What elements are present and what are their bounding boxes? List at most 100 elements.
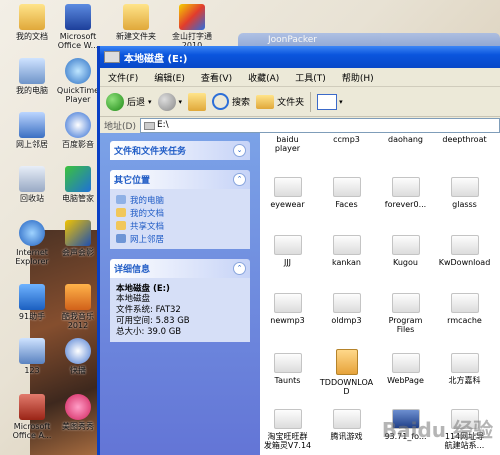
views-icon	[317, 93, 338, 110]
forward-button[interactable]: ▾	[157, 92, 183, 111]
toolbar-separator	[310, 91, 312, 112]
collapse-chevron-icon[interactable]: ⌃	[233, 173, 246, 186]
chevron-down-icon: ▾	[148, 97, 152, 106]
folder-item[interactable]: Program Files	[378, 285, 433, 343]
other-places-list: 我的电脑 我的文档 共享文档 网上邻居	[110, 189, 250, 249]
details-header[interactable]: 详细信息 ⌃	[110, 259, 250, 278]
folder-icon	[450, 177, 479, 197]
file-list: baidu player ccmp3 daohang deepthroat ey…	[260, 133, 500, 455]
quicktime-icon	[65, 58, 91, 84]
folder-icon	[256, 94, 275, 109]
menu-file[interactable]: 文件(F)	[100, 71, 146, 84]
menu-help[interactable]: 帮助(H)	[334, 71, 382, 84]
task-pane: 文件和文件夹任务 ⌄ 其它位置 ⌃ 我的电脑 我的文档 共享文档 网上邻居 详细…	[100, 133, 260, 455]
link-my-computer[interactable]: 我的电脑	[116, 193, 244, 206]
folder-item[interactable]: Faces	[319, 169, 374, 227]
desktop-icon-new-folder[interactable]: 新建文件夹	[104, 4, 168, 41]
folder-icon	[273, 235, 302, 255]
expand-chevron-icon[interactable]: ⌄	[233, 144, 246, 157]
link-shared-documents[interactable]: 共享文档	[116, 219, 244, 232]
details-free-space: 可用空间: 5.83 GB	[116, 316, 190, 326]
menu-edit[interactable]: 编辑(E)	[146, 71, 193, 84]
folder-item[interactable]: daohang	[378, 133, 433, 173]
folder-item[interactable]: Taunts	[260, 345, 315, 403]
details-filesystem: 文件系统: FAT32	[116, 305, 181, 315]
folder-item[interactable]: baidu player	[260, 133, 315, 173]
folder-item[interactable]: JJJ	[260, 227, 315, 285]
access-icon	[19, 394, 45, 420]
watermark: Baidu 经验	[381, 418, 493, 442]
folder-item[interactable]: rmcache	[437, 285, 492, 343]
folder-icon	[273, 353, 302, 373]
menu-favorites[interactable]: 收藏(A)	[240, 71, 287, 84]
folder-up-icon	[188, 92, 207, 111]
computer-icon	[116, 195, 126, 204]
special-folder-icon	[335, 349, 358, 375]
chevron-down-icon: ▾	[178, 97, 183, 106]
folder-icon	[123, 4, 149, 30]
folder-item[interactable]: TDDOWNLOAD	[319, 345, 374, 403]
back-button[interactable]: 后退 ▾	[106, 92, 152, 111]
desktop-icon-typing-tutor[interactable]: 金山打字通 2010	[160, 4, 224, 50]
toolbar: 后退 ▾ ▾ 搜索 文件夹 ▾	[100, 87, 500, 117]
folder-icon	[273, 177, 302, 197]
folder-icon	[332, 177, 361, 197]
menu-tools[interactable]: 工具(T)	[287, 71, 334, 84]
folder-item[interactable]: ccmp3	[319, 133, 374, 173]
folder-icon	[450, 353, 479, 373]
folder-item[interactable]: 北方嘉科	[437, 345, 492, 403]
views-button[interactable]: ▾	[317, 93, 343, 110]
folder-item[interactable]: eyewear	[260, 169, 315, 227]
link-network-places[interactable]: 网上邻居	[116, 232, 244, 245]
chevron-down-icon: ▾	[339, 97, 343, 106]
folder-item[interactable]: kankan	[319, 227, 374, 285]
shared-folder-icon	[116, 221, 126, 230]
search-button[interactable]: 搜索	[212, 93, 250, 110]
file-tasks-header[interactable]: 文件和文件夹任务 ⌄	[110, 141, 250, 160]
folder-item[interactable]: glasss	[437, 169, 492, 227]
folder-item[interactable]: Kugou	[378, 227, 433, 285]
folder-item[interactable]: WebPage	[378, 345, 433, 403]
assistant-icon	[19, 284, 45, 310]
file-row: JJJ kankan Kugou KwDownload	[260, 227, 500, 285]
folder-icon	[273, 409, 302, 429]
details-total-size: 总大小: 39.0 GB	[116, 327, 182, 337]
other-places-header[interactable]: 其它位置 ⌃	[110, 170, 250, 189]
link-my-documents[interactable]: 我的文档	[116, 206, 244, 219]
folder-icon	[19, 4, 45, 30]
folder-item[interactable]: oldmp3	[319, 285, 374, 343]
music-icon	[65, 284, 91, 310]
folder-item[interactable]: forever0...	[378, 169, 433, 227]
background-window-titlebar[interactable]: JoonPacker	[238, 33, 500, 47]
baidu-player-icon	[65, 112, 91, 138]
desktop-icon-office-word[interactable]: Microsoft Office W...	[46, 4, 110, 50]
collapse-chevron-icon[interactable]: ⌃	[233, 262, 246, 275]
menu-view[interactable]: 查看(V)	[193, 71, 240, 84]
file-tasks-panel: 文件和文件夹任务 ⌄	[110, 141, 250, 160]
details-body: 本地磁盘 (E:) 本地磁盘 文件系统: FAT32 可用空间: 5.83 GB…	[110, 278, 250, 342]
explorer-window: 本地磁盘 (E:) 文件(F) 编辑(E) 查看(V) 收藏(A) 工具(T) …	[97, 46, 500, 455]
folders-button[interactable]: 文件夹	[256, 94, 304, 109]
folder-item[interactable]: deepthroat	[437, 133, 492, 173]
folder-item[interactable]: KwDownload	[437, 227, 492, 285]
folder-item[interactable]: 淘宝旺旺群 发箱灵V7.14	[260, 401, 315, 455]
folder-icon	[391, 235, 420, 255]
network-icon	[19, 112, 45, 138]
typing-app-icon	[179, 4, 205, 30]
network-icon	[116, 234, 126, 243]
back-arrow-icon	[106, 92, 124, 111]
address-input[interactable]: E:\	[139, 118, 500, 133]
file-row: newmp3 oldmp3 Program Files rmcache	[260, 285, 500, 343]
folder-item[interactable]: 腾讯游戏	[319, 401, 374, 455]
details-drive-type: 本地磁盘	[116, 294, 151, 304]
window-titlebar[interactable]: 本地磁盘 (E:)	[100, 46, 500, 68]
folder-icon	[332, 293, 361, 313]
recycle-bin-icon	[19, 166, 45, 192]
shortcut-icon	[19, 338, 45, 364]
folder-icon	[273, 293, 302, 313]
folder-item[interactable]: newmp3	[260, 285, 315, 343]
up-button[interactable]	[188, 92, 207, 111]
drive-icon	[104, 51, 120, 63]
forward-arrow-icon	[157, 92, 176, 111]
folder-icon	[332, 235, 361, 255]
